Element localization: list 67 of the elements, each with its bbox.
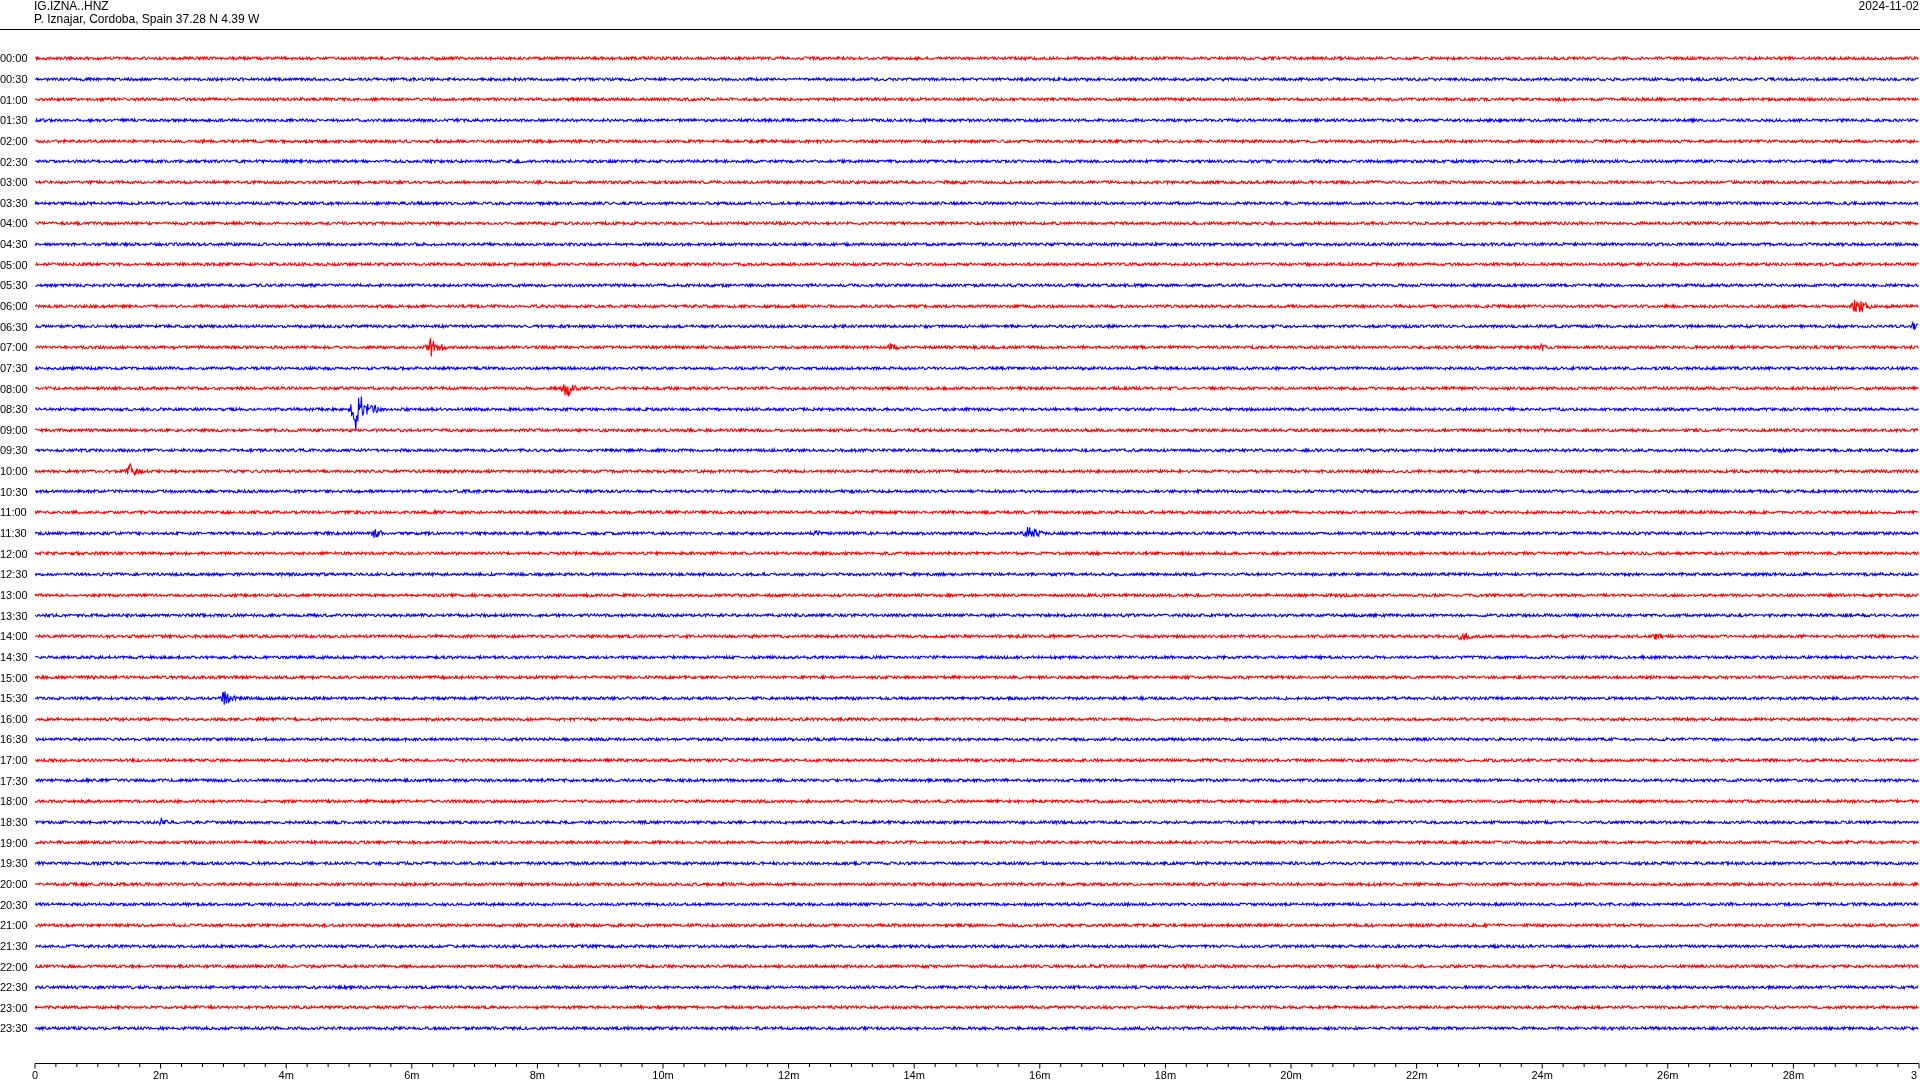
time-label: 23:00 bbox=[0, 1001, 29, 1014]
time-label: 05:00 bbox=[0, 258, 29, 271]
tick-label: 8m bbox=[529, 1068, 546, 1080]
time-label: 23:30 bbox=[0, 1022, 29, 1035]
tick-label: 14m bbox=[903, 1068, 925, 1080]
time-label: 17:00 bbox=[0, 754, 29, 767]
time-label: 22:30 bbox=[0, 981, 29, 994]
time-label: 21:30 bbox=[0, 939, 29, 952]
time-label: 09:00 bbox=[0, 423, 29, 436]
time-label: 08:30 bbox=[0, 403, 29, 416]
time-label: 00:00 bbox=[0, 52, 29, 65]
tick-label: 12m bbox=[777, 1068, 800, 1080]
time-label: 13:00 bbox=[0, 588, 29, 601]
time-label: 19:30 bbox=[0, 857, 29, 870]
time-label: 18:00 bbox=[0, 795, 29, 808]
tick-label: 28m bbox=[1782, 1068, 1805, 1080]
time-label: 12:00 bbox=[0, 547, 29, 560]
time-label: 10:30 bbox=[0, 485, 29, 498]
station-code: IG.IZNA..HNZ bbox=[34, 0, 109, 13]
time-label: 16:30 bbox=[0, 733, 29, 746]
tick-label: 0 bbox=[31, 1068, 39, 1080]
time-label: 00:30 bbox=[0, 72, 29, 85]
time-label: 15:00 bbox=[0, 671, 29, 684]
time-label: 19:00 bbox=[0, 836, 29, 849]
time-label: 18:30 bbox=[0, 816, 29, 828]
time-label: 06:30 bbox=[0, 320, 29, 333]
time-label: 07:00 bbox=[0, 341, 29, 354]
time-label: 20:00 bbox=[0, 877, 29, 890]
time-label: 17:30 bbox=[0, 774, 29, 787]
time-label: 14:30 bbox=[0, 650, 29, 663]
time-label: 10:00 bbox=[0, 465, 29, 478]
tick-label: 6m bbox=[404, 1068, 420, 1080]
time-label: 08:00 bbox=[0, 382, 29, 395]
tick-label: 18m bbox=[1154, 1068, 1177, 1080]
tick-label: 20m bbox=[1280, 1068, 1302, 1080]
tick-label: 22m bbox=[1405, 1068, 1428, 1080]
tick-label: 3 bbox=[1911, 1068, 1918, 1080]
time-label: 21:00 bbox=[0, 919, 29, 932]
station-location: P. Iznajar, Cordoba, Spain 37.28 N 4.39 W bbox=[34, 13, 260, 26]
time-label: 03:30 bbox=[0, 196, 29, 209]
tick-label: 2m bbox=[152, 1068, 169, 1080]
time-label: 09:30 bbox=[0, 444, 29, 457]
time-label: 22:00 bbox=[0, 960, 29, 973]
record-date: 2024-11-02 bbox=[1858, 0, 1919, 13]
tick-label: 4m bbox=[278, 1068, 294, 1080]
time-label: 12:30 bbox=[0, 568, 29, 581]
time-label: 11:30 bbox=[0, 527, 28, 540]
time-label: 11:00 bbox=[0, 506, 28, 519]
time-label: 20:30 bbox=[0, 898, 29, 911]
tick-label: 26m bbox=[1657, 1068, 1679, 1080]
time-label: 03:00 bbox=[0, 176, 29, 189]
time-label: 05:30 bbox=[0, 279, 29, 292]
time-label: 06:00 bbox=[0, 300, 29, 312]
tick-label: 10m bbox=[652, 1068, 674, 1080]
tick-label: 24m bbox=[1531, 1068, 1553, 1080]
time-label: 01:00 bbox=[0, 93, 29, 106]
time-label: 02:00 bbox=[0, 134, 29, 147]
time-label: 04:30 bbox=[0, 238, 29, 251]
time-label: 04:00 bbox=[0, 217, 29, 230]
time-label: 01:30 bbox=[0, 114, 29, 127]
time-label: 07:30 bbox=[0, 361, 29, 374]
tick-label: 16m bbox=[1029, 1068, 1051, 1080]
time-label: 14:00 bbox=[0, 630, 29, 643]
time-label: 15:30 bbox=[0, 692, 29, 705]
time-label: 02:30 bbox=[0, 155, 29, 168]
time-label: 16:00 bbox=[0, 712, 29, 725]
time-label: 13:30 bbox=[0, 609, 29, 622]
